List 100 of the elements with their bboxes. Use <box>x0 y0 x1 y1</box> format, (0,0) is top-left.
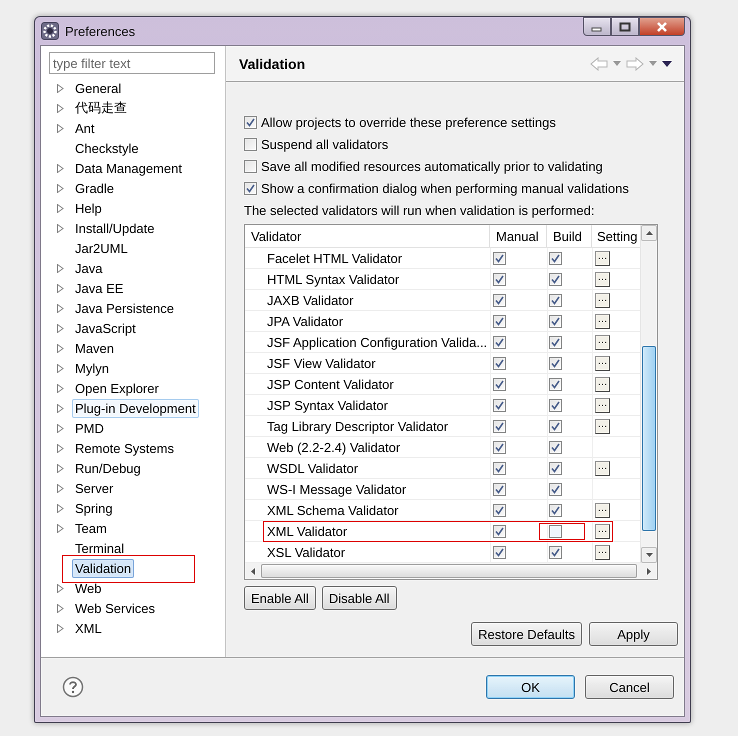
expand-icon[interactable] <box>57 404 64 412</box>
checkbox[interactable] <box>493 294 506 306</box>
option-label[interactable]: Show a confirmation dialog when performing manual validations <box>261 180 629 196</box>
menu-icon[interactable] <box>662 60 672 66</box>
expand-icon[interactable] <box>57 124 64 132</box>
expand-icon[interactable] <box>57 204 64 212</box>
option-label[interactable]: Save all modified resources automatically prior to validating <box>261 158 603 174</box>
tree-item[interactable]: Java EE <box>72 278 126 298</box>
close-button[interactable] <box>639 17 685 36</box>
tree-item[interactable]: Java Persistence <box>72 298 177 318</box>
checkbox[interactable] <box>549 504 562 516</box>
dropdown-icon[interactable] <box>613 61 621 66</box>
dialog-button[interactable]: OK <box>486 675 575 699</box>
expand-icon[interactable] <box>57 284 64 292</box>
settings-button[interactable]: … <box>595 250 610 266</box>
table-action-button[interactable]: Enable All <box>244 586 316 610</box>
tree-item[interactable]: Team <box>72 518 110 538</box>
scroll-right-icon[interactable] <box>647 568 651 574</box>
tree-item[interactable]: General <box>72 78 124 98</box>
tree-item[interactable]: JavaScript <box>72 318 139 338</box>
tree-item[interactable]: Data Management <box>72 158 185 178</box>
maximize-button[interactable] <box>611 17 639 36</box>
expand-icon[interactable] <box>57 424 64 432</box>
tree-item[interactable]: Web <box>72 578 104 598</box>
settings-button[interactable]: … <box>595 314 610 328</box>
scroll-thumb[interactable] <box>261 564 637 578</box>
expand-icon[interactable] <box>57 264 64 272</box>
checkbox[interactable] <box>493 378 506 390</box>
checkbox[interactable] <box>493 440 506 454</box>
checkbox[interactable] <box>549 524 562 538</box>
checkbox[interactable] <box>493 314 506 328</box>
minimize-button[interactable] <box>583 17 611 36</box>
column-header[interactable]: Build <box>547 225 592 247</box>
tree-item[interactable]: PMD <box>72 418 107 438</box>
checkbox[interactable] <box>549 398 562 412</box>
filter-field[interactable]: type filter text <box>49 52 215 74</box>
checkbox[interactable] <box>244 116 257 128</box>
expand-icon[interactable] <box>57 384 64 392</box>
tree-item[interactable]: Validation <box>72 558 134 578</box>
checkbox[interactable] <box>244 182 257 194</box>
expand-icon[interactable] <box>57 364 64 372</box>
column-header[interactable]: Manual <box>490 225 547 247</box>
checkbox[interactable] <box>493 482 506 496</box>
checkbox[interactable] <box>493 546 506 558</box>
checkbox[interactable] <box>493 336 506 348</box>
settings-button[interactable]: … <box>595 272 610 286</box>
checkbox[interactable] <box>493 420 506 432</box>
expand-icon[interactable] <box>57 624 64 632</box>
expand-icon[interactable] <box>57 484 64 492</box>
checkbox[interactable] <box>549 440 562 454</box>
checkbox[interactable] <box>493 398 506 412</box>
tree-item[interactable]: Web Services <box>72 598 158 618</box>
tree-item[interactable]: Help <box>72 198 105 218</box>
help-icon[interactable] <box>62 676 84 698</box>
tree-item[interactable]: 代码走查 <box>72 97 130 119</box>
settings-button[interactable]: … <box>595 376 610 392</box>
page-action-button[interactable]: Restore Defaults <box>471 622 582 646</box>
option-label[interactable]: Suspend all validators <box>261 136 388 152</box>
tree-item[interactable]: Spring <box>72 498 116 518</box>
dropdown-icon[interactable] <box>649 61 657 66</box>
tree-item[interactable]: Server <box>72 478 116 498</box>
checkbox[interactable] <box>493 504 506 516</box>
column-header[interactable]: Setting <box>592 225 640 247</box>
settings-button[interactable]: … <box>595 356 610 370</box>
checkbox[interactable] <box>549 314 562 328</box>
expand-icon[interactable] <box>57 444 64 452</box>
tree-item[interactable]: Mylyn <box>72 358 112 378</box>
expand-icon[interactable] <box>57 304 64 312</box>
checkbox[interactable] <box>549 356 562 370</box>
expand-icon[interactable] <box>57 524 64 532</box>
checkbox[interactable] <box>493 272 506 286</box>
checkbox[interactable] <box>244 138 257 150</box>
tree-item[interactable]: Java <box>72 258 106 278</box>
scroll-left-icon[interactable] <box>251 568 255 574</box>
tree-item[interactable]: Terminal <box>72 538 128 558</box>
tree-item[interactable]: Checkstyle <box>72 138 142 158</box>
expand-icon[interactable] <box>57 324 64 332</box>
page-action-button[interactable]: Apply <box>589 622 678 646</box>
checkbox[interactable] <box>493 524 506 538</box>
scrollbar[interactable] <box>640 225 657 563</box>
tree-item[interactable]: XML <box>72 618 105 638</box>
tree-item[interactable]: Plug-in Development <box>72 398 199 418</box>
tree-item[interactable]: Remote Systems <box>72 438 177 458</box>
expand-icon[interactable] <box>57 604 64 612</box>
tree-item[interactable]: Open Explorer <box>72 378 162 398</box>
tree-item[interactable]: Maven <box>72 338 118 358</box>
settings-button[interactable]: … <box>595 460 610 476</box>
option-label[interactable]: Allow projects to override these preference settings <box>261 114 556 130</box>
dialog-button[interactable]: Cancel <box>585 675 674 699</box>
settings-button[interactable]: … <box>595 502 610 518</box>
checkbox[interactable] <box>549 294 562 306</box>
checkbox[interactable] <box>549 420 562 432</box>
tree-item[interactable]: Install/Update <box>72 218 158 238</box>
settings-button[interactable]: … <box>595 544 610 560</box>
scroll-down-icon[interactable] <box>646 553 652 557</box>
expand-icon[interactable] <box>57 464 64 472</box>
checkbox[interactable] <box>493 462 506 474</box>
checkbox[interactable] <box>549 272 562 286</box>
expand-icon[interactable] <box>57 164 64 172</box>
settings-button[interactable]: … <box>595 292 610 308</box>
